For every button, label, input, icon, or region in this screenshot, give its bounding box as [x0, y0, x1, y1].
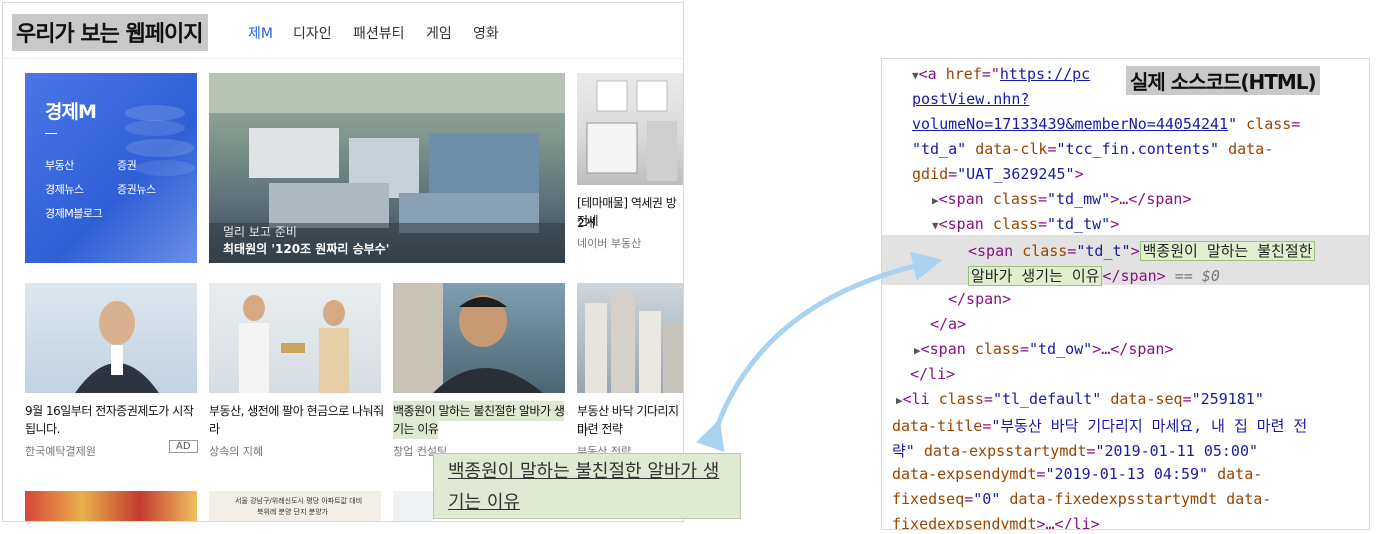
- code-line-end-date[interactable]: data-expsendymdt="2019-01-13 04:59" data…: [892, 465, 1262, 490]
- interior-illustration: [586, 80, 677, 181]
- devtools-elements-panel: ▼<a href="https://pc postView.nhn? volum…: [881, 58, 1370, 530]
- code-line-li-open[interactable]: ▶<li class="tl_default" data-seq="259181…: [896, 390, 1264, 415]
- ramen-image[interactable]: [25, 491, 197, 521]
- code-line-span-td-mw[interactable]: ▶<span class="td_mw">…</span>: [932, 190, 1192, 215]
- apartments-title-line2[interactable]: 마련 전략: [577, 419, 623, 439]
- hero-overlay-title: 최태원의 '120조 원짜리 승부수': [223, 242, 390, 256]
- tab-design[interactable]: 디자인: [293, 23, 332, 43]
- title-text-node-1: 백종원이 말하는 불친절한: [1139, 241, 1316, 261]
- title-divider: [45, 133, 57, 134]
- bottom-ad-line1: 서울 강남구/위례신도시 평당 아파트값 대비: [235, 497, 363, 505]
- code-line-fixedseq[interactable]: fixedseq="0" data-fixedexpsstartymdt dat…: [892, 490, 1271, 515]
- code-line-a-open[interactable]: ▼<a href="https://pc: [912, 65, 1090, 90]
- economy-box-title: 경제M: [45, 101, 97, 123]
- title-text-node-2: 알바가 생기는 이유: [968, 266, 1103, 286]
- link-real-estate[interactable]: 부동산: [45, 157, 74, 173]
- link-economy-news[interactable]: 경제뉴스: [45, 181, 84, 197]
- code-line-data-title[interactable]: data-title="부동산 바닥 기다리지 마세요, 내 집 마련 전: [892, 415, 1307, 440]
- chef-illustration: [393, 283, 543, 393]
- source-code-caption: 실제 소스코드(HTML): [1126, 66, 1320, 95]
- tab-movie[interactable]: 영화: [473, 23, 499, 43]
- couple-image[interactable]: [209, 283, 381, 393]
- hero-overlay-subtitle: 멀리 보고 준비: [223, 225, 297, 239]
- couple-title-line2[interactable]: 라: [209, 419, 220, 439]
- suit-man-image[interactable]: [25, 283, 197, 393]
- zoomed-title-callout: 백종원이 말하는 불친절한 알바가 생 기는 이유: [433, 453, 741, 519]
- webpage-screenshot: 제M 디자인 패션뷰티 게임 영화 경제M 부동산 증권 경제뉴스 증권뉴스 경…: [2, 2, 684, 522]
- code-line-start-date[interactable]: 략" data-expsstartymdt="2019-01-11 05:00": [892, 440, 1258, 465]
- code-line-attrs-4[interactable]: "td_a" data-clk="tcc_fin.contents" data-: [912, 140, 1273, 165]
- hero-factory-image[interactable]: 멀리 보고 준비 최태원의 '120조 원짜리 승부수': [209, 73, 565, 263]
- bottom-ad-image[interactable]: 서울 강남구/위례신도시 평당 아파트값 대비 북위례 분양 단지 분양가: [209, 491, 381, 521]
- link-stocks[interactable]: 증권: [117, 157, 137, 173]
- expand-triangle-icon[interactable]: ▼: [932, 219, 939, 232]
- couple-illustration: [239, 295, 349, 393]
- webpage-caption: 우리가 보는 웹페이지: [12, 14, 209, 51]
- suit-title-line2[interactable]: 됩니다.: [25, 419, 60, 439]
- chef-title-line1[interactable]: 백종원이 말하는 불친절한 알바가 생: [393, 401, 565, 421]
- collapsed-triangle-icon[interactable]: ▶: [896, 394, 903, 407]
- code-line-gdid[interactable]: gdid="UAT_3629245">: [912, 165, 1084, 190]
- code-line-span-td-tw[interactable]: ▼<span class="td_tw">: [932, 215, 1119, 240]
- interior-source: 네이버 부동산: [577, 237, 642, 250]
- code-line-span-td-ow[interactable]: ▶<span class="td_ow">…</span>: [914, 340, 1174, 365]
- callout-line2: 기는 이유: [448, 492, 520, 513]
- code-line-url-3[interactable]: volumeNo=17133439&memberNo=44054241" cla…: [912, 115, 1300, 140]
- link-economy-blog[interactable]: 경제M블로그: [45, 205, 103, 221]
- callout-line1: 백종원이 말하는 불친절한 알바가 생: [448, 461, 720, 482]
- code-line-a-close[interactable]: </a>: [930, 315, 966, 340]
- code-line-url-2[interactable]: postView.nhn?: [912, 90, 1029, 115]
- chef-image[interactable]: [393, 283, 565, 393]
- expand-triangle-icon[interactable]: ▼: [912, 69, 919, 82]
- collapsed-triangle-icon[interactable]: ▶: [932, 194, 939, 207]
- tab-game[interactable]: 게임: [426, 23, 452, 43]
- couple-title-line1[interactable]: 부동산, 생전에 팔아 현금으로 나눠줘: [209, 401, 384, 421]
- partial-image[interactable]: [393, 491, 433, 521]
- ad-badge: AD: [169, 440, 198, 453]
- chef-title-line2[interactable]: 기는 이유: [393, 419, 439, 439]
- interior-title-line2[interactable]: 전세: [577, 211, 599, 231]
- suit-title-line1[interactable]: 9월 16일부터 전자증권제도가 시작: [25, 401, 194, 421]
- apartments-image[interactable]: [577, 283, 683, 393]
- code-line-title-text[interactable]: 알바가 생기는 이유 </span> == $0: [968, 265, 1220, 290]
- apartments-illustration: [585, 293, 683, 393]
- tab-economy[interactable]: 제M: [248, 23, 273, 43]
- bottom-ad-line2: 북위례 분양 단지 분양가: [257, 508, 329, 516]
- code-line-span-td-t[interactable]: <span class="td_t"> 백종원이 말하는 불친절한: [968, 240, 1316, 265]
- code-line-span-close[interactable]: </span>: [948, 290, 1011, 315]
- suit-man-illustration: [75, 301, 159, 393]
- collapsed-triangle-icon[interactable]: ▶: [914, 344, 921, 357]
- tab-fashion-beauty[interactable]: 패션뷰티: [353, 23, 405, 43]
- code-line-fixedexpsendymdt[interactable]: fixedexpsendymdt>…</li>: [892, 515, 1100, 529]
- economy-menu-box: 경제M 부동산 증권 경제뉴스 증권뉴스 경제M블로그: [25, 73, 197, 263]
- link-stock-news[interactable]: 증권뉴스: [117, 181, 156, 197]
- interior-image[interactable]: [577, 73, 683, 185]
- code-line-li-close[interactable]: </li>: [910, 365, 955, 390]
- couple-source: 상속의 지혜: [209, 445, 264, 458]
- suit-source: 한국예탁결제원: [25, 445, 96, 458]
